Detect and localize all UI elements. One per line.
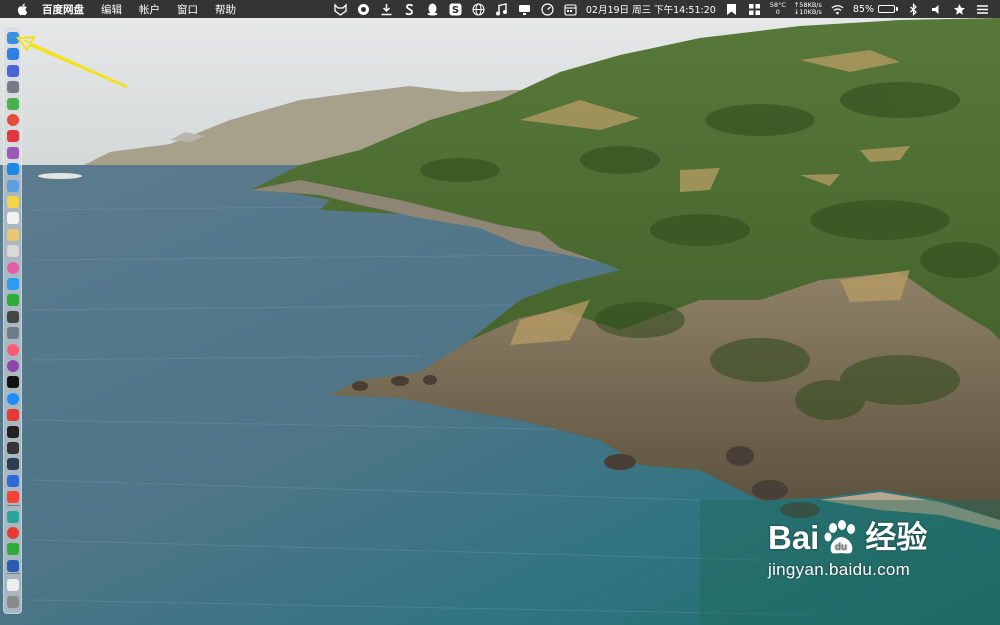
launchpad-icon[interactable]: [7, 64, 19, 77]
finder-icon[interactable]: [7, 32, 19, 44]
battery-icon: [878, 5, 895, 13]
menu-grid-icon[interactable]: [748, 3, 761, 16]
baidu-jingyan-watermark: Bai du 经验 jingyan.baidu.com: [768, 518, 927, 580]
menu-help[interactable]: 帮助: [215, 2, 236, 17]
s-badge-icon[interactable]: S: [449, 3, 462, 16]
app-red-icon[interactable]: [7, 130, 19, 143]
music-note-icon[interactable]: [495, 2, 508, 16]
appstore-icon[interactable]: [7, 163, 19, 176]
appstore2-icon[interactable]: [7, 392, 19, 405]
console-icon[interactable]: [7, 458, 19, 471]
camera-icon[interactable]: [7, 310, 19, 323]
qq-icon[interactable]: [426, 3, 439, 16]
yandex-icon[interactable]: [7, 491, 19, 504]
photos-icon[interactable]: [7, 245, 19, 258]
list-menu-icon[interactable]: [976, 3, 989, 16]
apple-icon[interactable]: [16, 2, 30, 16]
chrome-icon[interactable]: [7, 114, 19, 126]
dock-separator: [7, 504, 20, 506]
document-icon[interactable]: [7, 579, 19, 592]
speed-gauge-icon[interactable]: [541, 2, 554, 16]
battery-tip: [896, 7, 898, 11]
podcasts-icon[interactable]: [7, 360, 19, 372]
settings-icon[interactable]: [7, 559, 19, 572]
messages-icon[interactable]: [7, 278, 19, 290]
vpn-icon[interactable]: [7, 474, 19, 487]
app-target-icon[interactable]: [7, 527, 19, 539]
battery-indicator[interactable]: 85%: [853, 4, 898, 15]
fox-icon[interactable]: [334, 2, 347, 16]
terminal-icon[interactable]: [7, 425, 19, 438]
wifi-icon[interactable]: [831, 3, 844, 16]
app-teal-icon[interactable]: [7, 510, 19, 523]
wechat2-icon[interactable]: [7, 543, 19, 556]
menu-app-name[interactable]: 百度网盘: [42, 2, 84, 17]
display-icon[interactable]: [518, 3, 531, 16]
status-area: S 02月19日 周三 下午14:51:20 58°C 0 ↑58KB/s ↓10K…: [329, 0, 994, 18]
notes-icon[interactable]: [7, 196, 19, 208]
script-s-icon[interactable]: [403, 3, 416, 16]
stickies-icon[interactable]: [7, 228, 19, 241]
preview-icon[interactable]: [7, 179, 19, 192]
app-purple-icon[interactable]: [7, 146, 19, 159]
svg-text:S: S: [452, 5, 459, 16]
downloads-icon[interactable]: [7, 327, 19, 340]
star-icon[interactable]: [953, 3, 966, 16]
android-icon[interactable]: [7, 97, 19, 110]
clock-date[interactable]: 02月19日 周三 下午14:51:20: [586, 2, 716, 16]
menu-account[interactable]: 帐户: [139, 2, 160, 17]
menu-window[interactable]: 窗口: [177, 2, 198, 17]
menu-edit[interactable]: 编辑: [101, 2, 122, 17]
watermark-jingyan: 经验: [865, 520, 928, 556]
dock-separator: [7, 573, 20, 575]
temperature-readout[interactable]: 58°C 0: [770, 2, 786, 16]
download-icon[interactable]: [380, 3, 393, 16]
calendar-icon[interactable]: [564, 3, 577, 16]
watermark-logo: Bai du 经验: [768, 518, 927, 558]
trash-icon[interactable]: [7, 595, 19, 608]
rocket-icon[interactable]: [7, 81, 19, 94]
menu-bar: 百度网盘 编辑 帐户 窗口 帮助 S 02月19日 周三 下午14:51:20 …: [0, 0, 1000, 18]
music-icon[interactable]: [7, 343, 19, 356]
volume-icon[interactable]: [930, 3, 943, 16]
colorwheel-icon[interactable]: [7, 261, 19, 274]
battery-percent: 85%: [852, 3, 874, 15]
watermark-brand-du: du: [835, 542, 847, 553]
bookmark-grid-icon[interactable]: [725, 3, 738, 16]
network-speed-readout[interactable]: ↑58KB/s ↓10KB/s: [794, 2, 822, 16]
safari-icon[interactable]: [7, 48, 19, 61]
watermark-brand-bai: Bai: [768, 519, 820, 556]
appletv-icon[interactable]: [7, 376, 19, 389]
watermark-url: jingyan.baidu.com: [768, 560, 911, 579]
globe-icon[interactable]: [472, 2, 485, 16]
terminal2-icon[interactable]: [7, 442, 19, 454]
circle-app-icon[interactable]: [357, 3, 370, 16]
baidu-paw-icon: du: [824, 520, 856, 554]
bluetooth-icon[interactable]: [907, 2, 920, 16]
wechat-icon[interactable]: [7, 294, 19, 307]
calendar-icon[interactable]: [7, 212, 19, 225]
vivaldi-icon[interactable]: [7, 409, 19, 422]
dock: [3, 26, 22, 614]
